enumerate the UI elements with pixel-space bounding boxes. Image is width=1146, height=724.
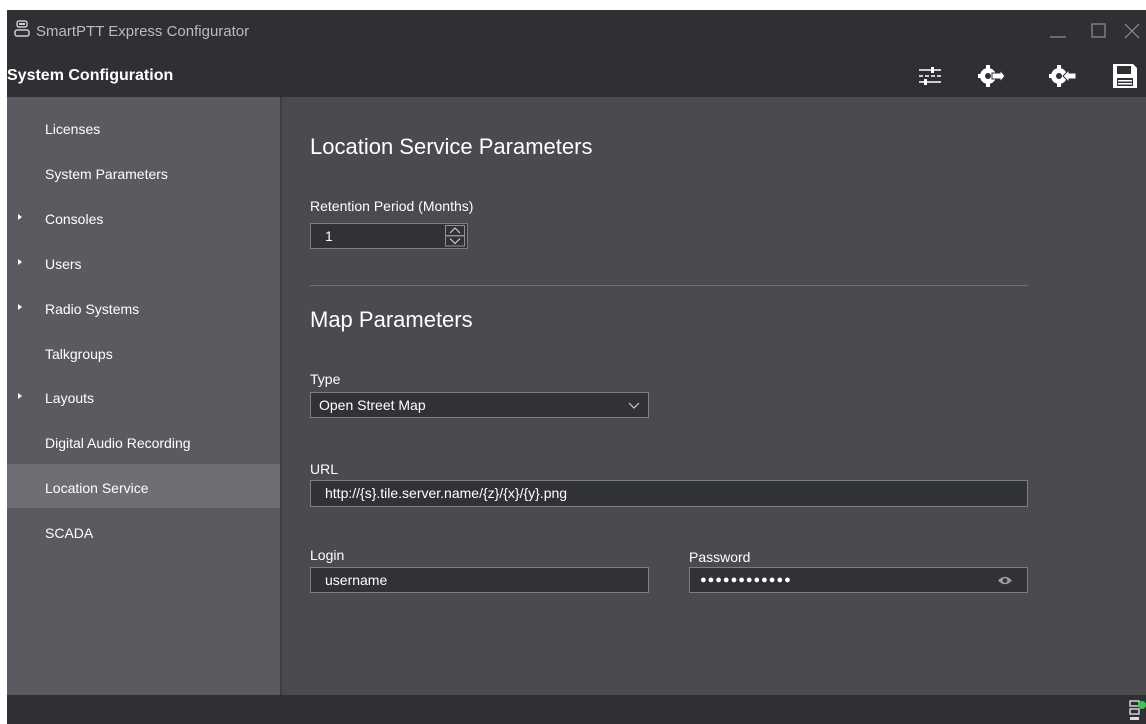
url-label: URL: [310, 461, 339, 477]
sidebar-item-location-service[interactable]: Location Service: [7, 464, 280, 508]
login-label: Login: [310, 547, 345, 563]
chevron-down-icon: [628, 402, 640, 409]
retention-period-stepper[interactable]: 1: [310, 223, 468, 249]
url-value: http://{s}.tile.server.name/{z}/{x}/{y}.…: [325, 485, 568, 501]
sidebar-item-label: Consoles: [45, 211, 104, 227]
login-field[interactable]: username: [310, 567, 649, 593]
export-config-icon[interactable]: [976, 61, 1006, 91]
maximize-button[interactable]: [1088, 20, 1110, 42]
sidebar-item-label: System Parameters: [45, 166, 168, 182]
sidebar-item-consoles[interactable]: Consoles: [7, 195, 280, 239]
location-section-title: Location Service Parameters: [310, 134, 593, 159]
expand-caret-icon[interactable]: [18, 259, 22, 265]
sidebar-item-scada[interactable]: SCADA: [7, 509, 280, 553]
url-field[interactable]: http://{s}.tile.server.name/{z}/{x}/{y}.…: [310, 480, 1028, 507]
title-bar: SmartPTT Express Configurator: [7, 10, 1146, 53]
sidebar-item-talkgroups[interactable]: Talkgroups: [7, 330, 280, 374]
app-window: SmartPTT Express Configurator System Con…: [7, 10, 1146, 724]
page-header: System Configuration: [7, 53, 1146, 97]
password-label: Password: [689, 549, 751, 565]
spin-buttons[interactable]: [445, 225, 465, 247]
sidebar-item-licenses[interactable]: Licenses: [7, 105, 280, 149]
section-divider: [310, 285, 1028, 286]
status-bar: [7, 695, 1146, 724]
expand-caret-icon[interactable]: [18, 304, 22, 310]
map-section-title: Map Parameters: [310, 307, 473, 332]
expand-caret-icon[interactable]: [18, 214, 22, 220]
sidebar-item-system-parameters[interactable]: System Parameters: [7, 150, 280, 194]
show-password-eye-icon[interactable]: [997, 575, 1013, 586]
page-title: System Configuration: [7, 67, 174, 84]
sidebar-item-label: Digital Audio Recording: [45, 435, 191, 451]
retention-period-label: Retention Period (Months): [310, 198, 474, 214]
settings-sliders-icon[interactable]: [915, 61, 945, 91]
sidebar-item-label: Talkgroups: [45, 346, 113, 362]
app-logo-icon: [14, 20, 30, 37]
map-type-select[interactable]: Open Street Map: [310, 392, 649, 418]
retention-period-value: 1: [325, 228, 333, 244]
sidebar-item-digital-audio-recording[interactable]: Digital Audio Recording: [7, 419, 280, 463]
app-title: SmartPTT Express Configurator: [36, 23, 250, 40]
close-button[interactable]: [1121, 20, 1143, 42]
server-status-icon[interactable]: [1128, 699, 1146, 721]
password-field[interactable]: ●●●●●●●●●●●●: [689, 567, 1028, 593]
sidebar-item-layouts[interactable]: Layouts: [7, 374, 280, 418]
sidebar-item-label: SCADA: [45, 525, 94, 541]
password-value: ●●●●●●●●●●●●: [700, 574, 792, 586]
sidebar-item-label: Licenses: [45, 121, 101, 137]
sidebar-item-radio-systems[interactable]: Radio Systems: [7, 285, 280, 329]
expand-caret-icon[interactable]: [18, 393, 22, 399]
sidebar: Licenses System Parameters Consoles User…: [7, 97, 280, 695]
import-config-icon[interactable]: [1047, 61, 1077, 91]
sidebar-item-label: Users: [45, 256, 82, 272]
save-icon[interactable]: [1110, 61, 1140, 91]
login-value: username: [325, 572, 388, 588]
minimize-button[interactable]: [1047, 20, 1069, 42]
main-content: Location Service Parameters Retention Pe…: [280, 97, 1146, 695]
sidebar-item-label: Radio Systems: [45, 301, 140, 317]
sidebar-item-label: Layouts: [45, 390, 95, 406]
type-label: Type: [310, 371, 341, 387]
sidebar-item-label: Location Service: [45, 480, 149, 496]
map-type-value: Open Street Map: [319, 397, 426, 413]
sidebar-item-users[interactable]: Users: [7, 240, 280, 284]
